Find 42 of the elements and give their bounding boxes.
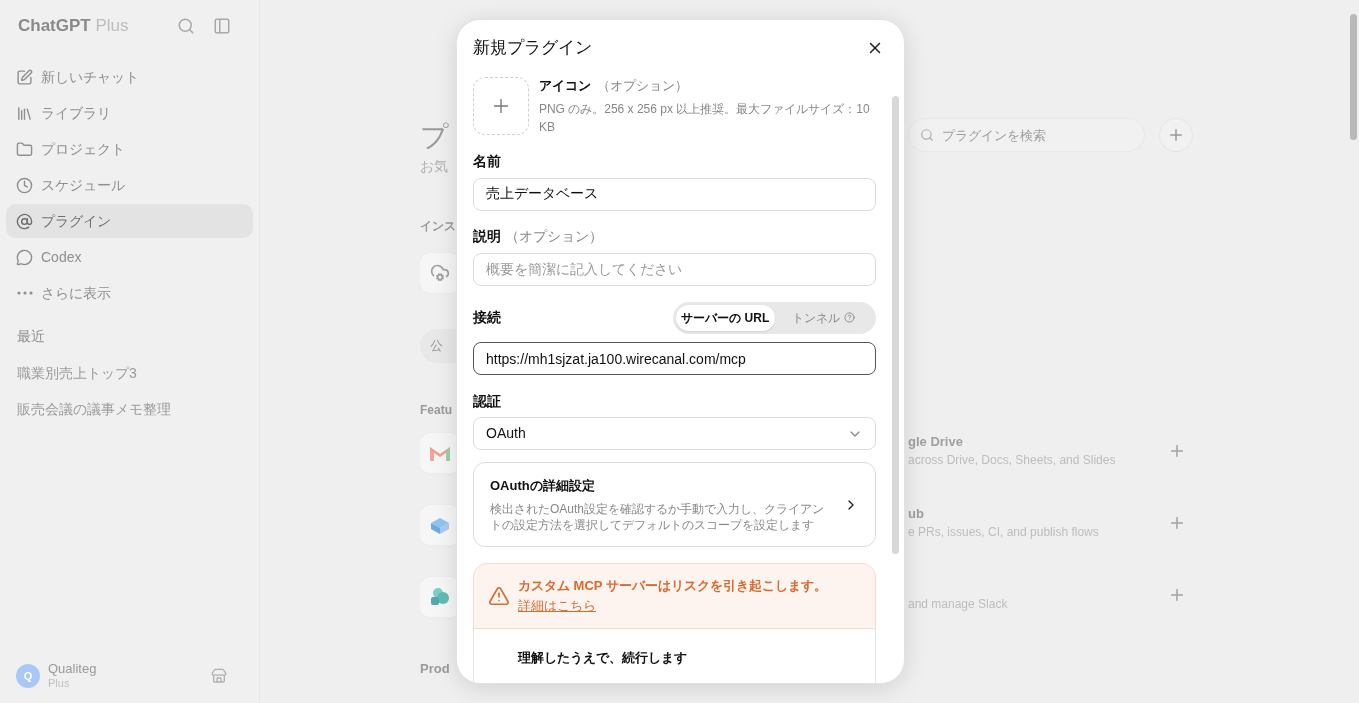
section-heading: Prod [420, 660, 451, 678]
card-title: OAuthの詳細設定 [490, 477, 596, 496]
settings-card[interactable]: OAuthの詳細設定 検出されたOAuth設定を確認するか手動で入力し、クライアントの設定方法を選択してデフォルトのスコープを設定します [473, 462, 876, 547]
filter-chip[interactable]: 公 [420, 329, 456, 363]
card-description: 検出されたOAuth設定を確認するか手動で入力し、クライアントの設定方法を選択してデフォルトのスコープを設定します [490, 500, 826, 533]
section-heading: Featu [420, 402, 453, 419]
section-heading: インス [420, 218, 456, 235]
nav-item[interactable]: プロジェクト [6, 132, 253, 166]
segment-tab[interactable]: サーバーの URL [676, 304, 775, 331]
plugin-title: gle Drive [908, 433, 964, 451]
warning-text: カスタム MCP サーバーはリスクを引き起こします。 詳細はこちら [518, 576, 828, 615]
user-name: Qualiteg [48, 661, 97, 678]
chat-history-item[interactable]: 販売会議の議事メモ整理 [6, 391, 253, 427]
plugin-title: ub [908, 505, 925, 523]
name-field[interactable]: 売上データベース [473, 177, 876, 211]
upload-hint: PNG のみ。256 x 256 px 以上推奨。最大ファイルサイズ：10 KB [538, 100, 871, 136]
page-subtitle: お気 [420, 157, 449, 176]
user-avatar[interactable]: Q [16, 664, 40, 688]
nav-item[interactable]: プラグイン [6, 204, 253, 238]
nav-item[interactable]: 新しいチャット [6, 60, 253, 94]
field-label: 認証 [473, 391, 501, 411]
optional-note: （オプション） [505, 227, 603, 247]
field-label: 接続 [473, 308, 501, 328]
nav-item[interactable]: スケジュール [6, 168, 253, 202]
chat-history-item[interactable]: 職業別売上トップ3 [6, 355, 253, 391]
details-link[interactable]: 詳細はこちら [518, 597, 596, 613]
url-field[interactable]: https://mh1sjzat.ja100.wirecanal.com/mcp [473, 341, 876, 376]
search-field[interactable]: プラグインを検索 [908, 118, 1145, 152]
nav-item[interactable]: さらに表示 [6, 276, 253, 310]
acknowledge-title[interactable]: 理解したうえで、続行します [518, 649, 687, 665]
field-label: アイコン [538, 77, 591, 95]
nav-item[interactable]: ライブラリ [6, 96, 253, 130]
description-field[interactable]: 概要を簡潔に記入してください [473, 252, 876, 286]
field-label: 説明 [473, 227, 501, 247]
section-heading: 最近 [16, 327, 46, 346]
nav-item[interactable]: Codex [6, 240, 253, 274]
dialog-title: 新規プラグイン [473, 37, 592, 60]
page-heading: プ [420, 120, 450, 154]
segment-tab[interactable]: トンネル [774, 304, 873, 331]
auth-select[interactable]: OAuth [473, 417, 876, 451]
field-label: 名前 [473, 152, 501, 171]
optional-note: （オプション） [596, 77, 688, 95]
